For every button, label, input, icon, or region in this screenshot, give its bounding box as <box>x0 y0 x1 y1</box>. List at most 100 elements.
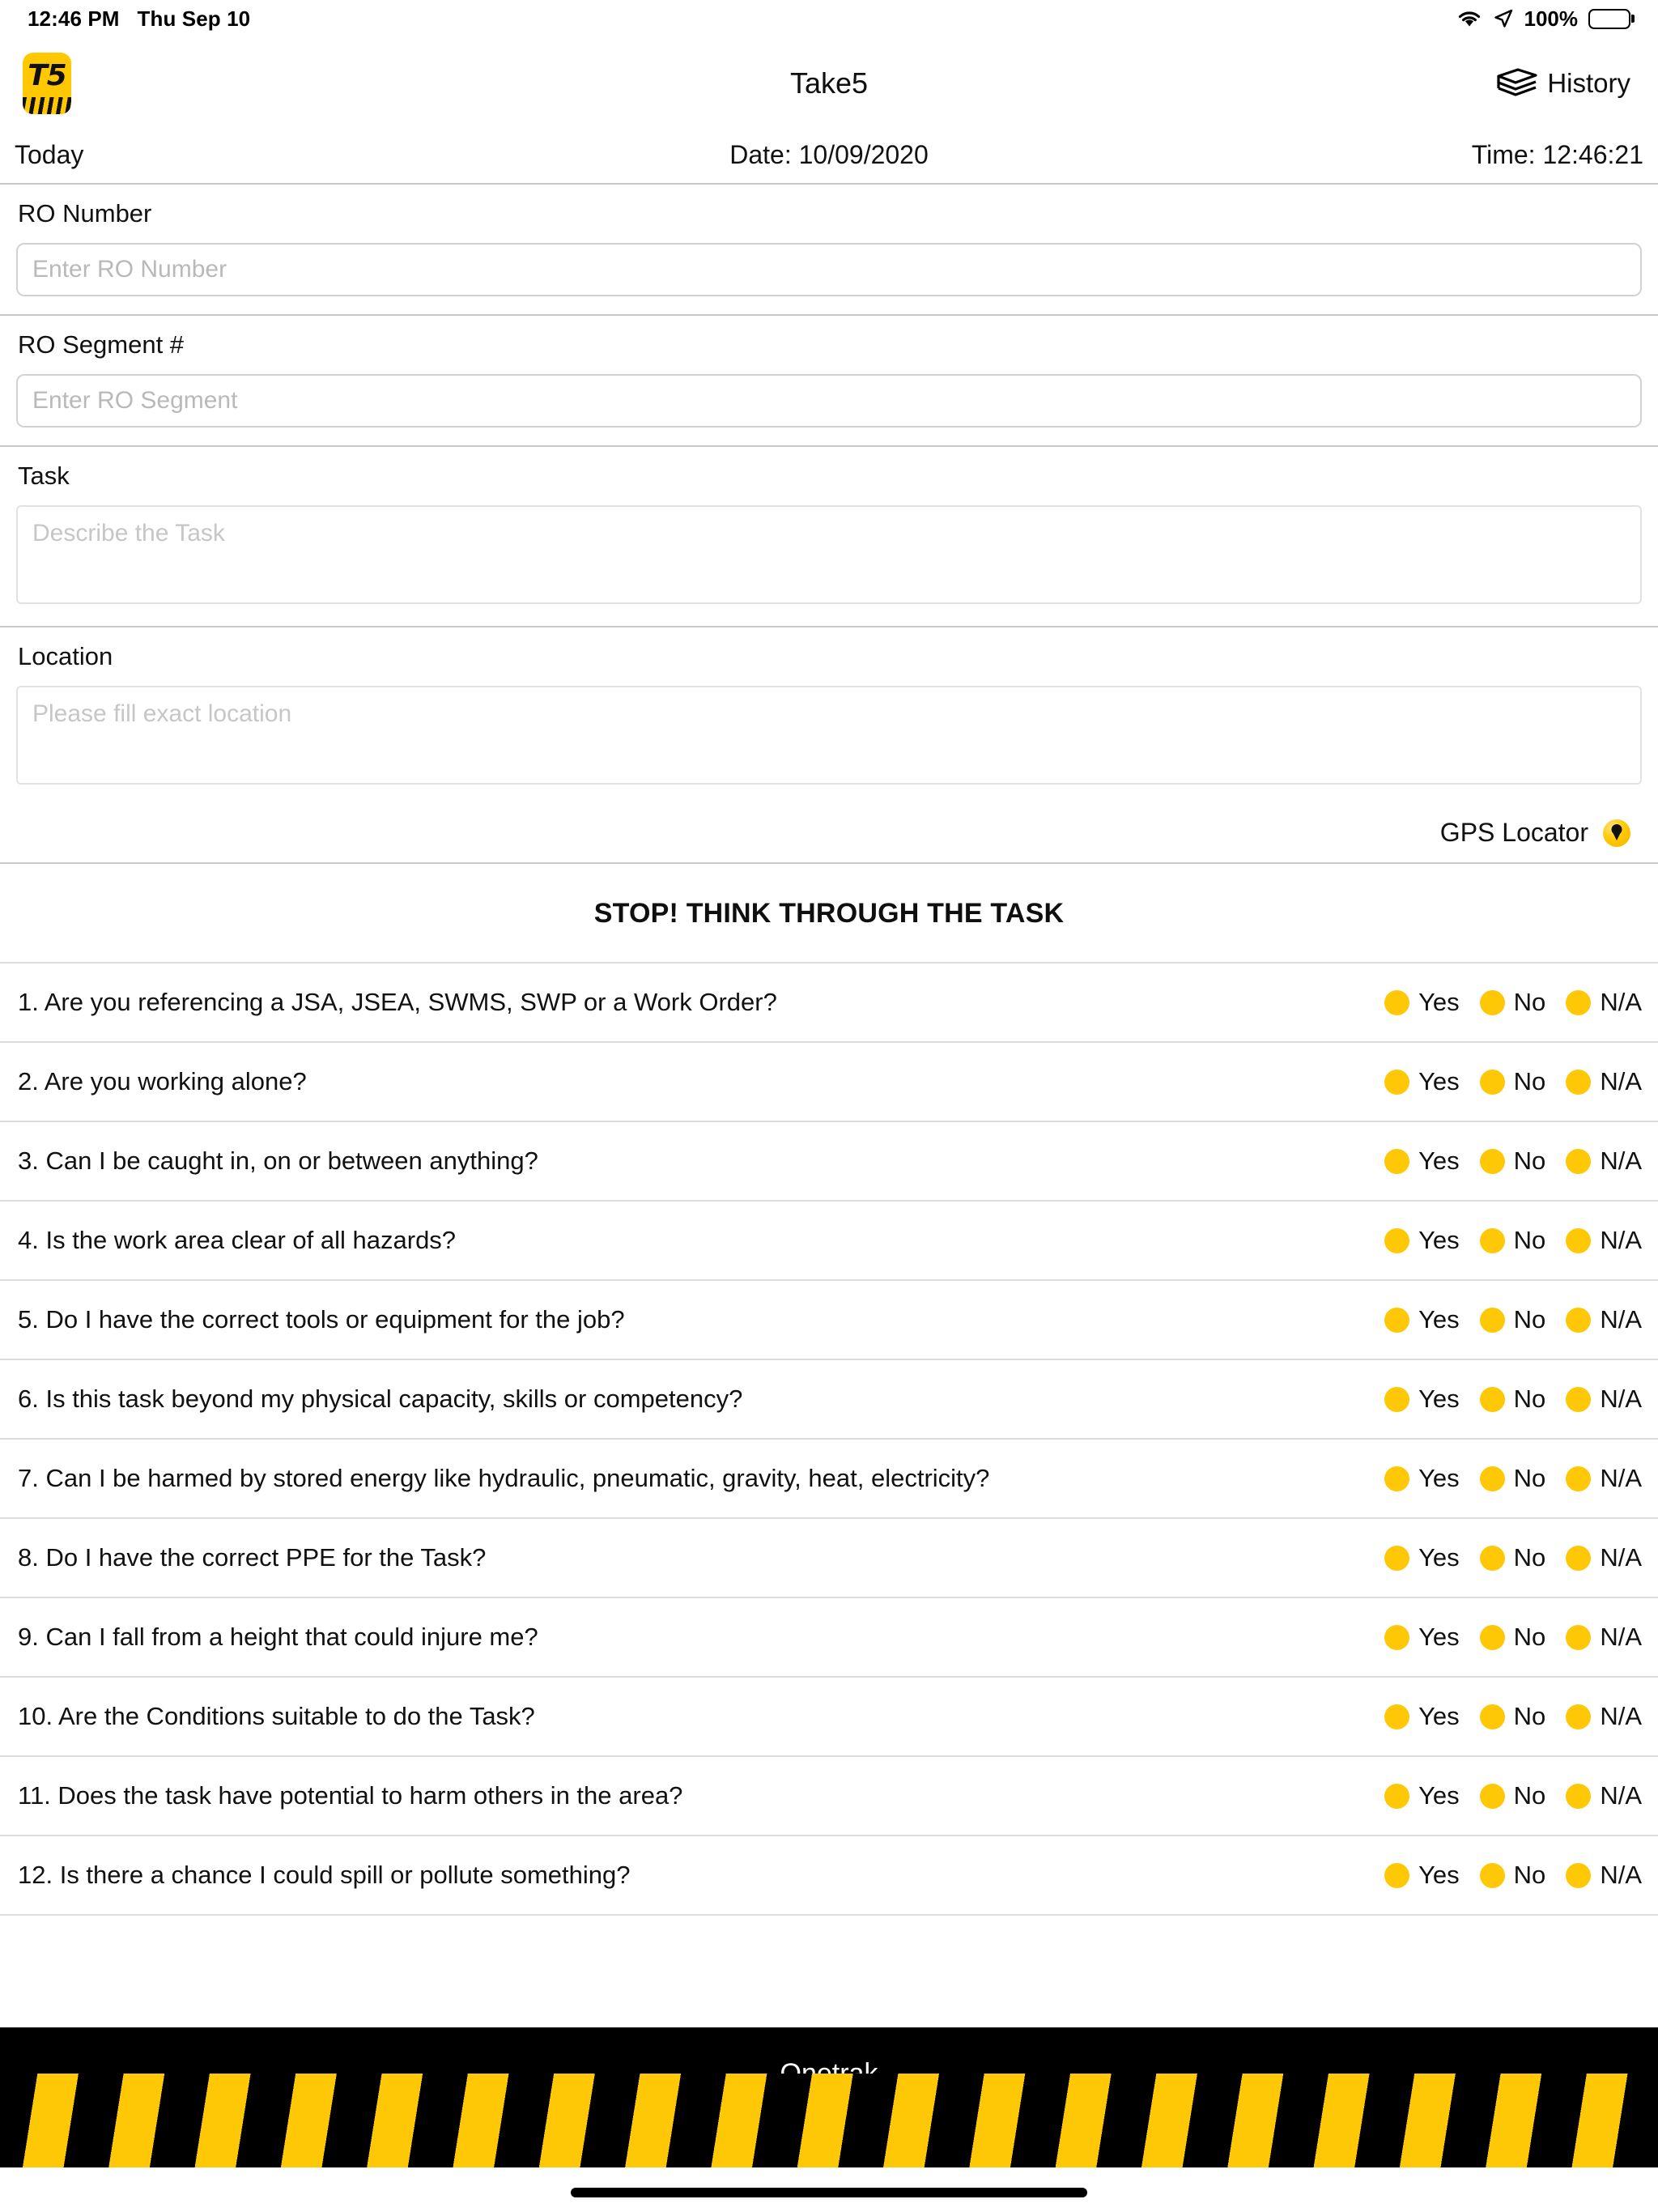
radio-button-icon[interactable] <box>1480 1228 1505 1253</box>
checklist-option-n-a[interactable]: N/A <box>1566 1623 1642 1652</box>
checklist-option-n-a[interactable]: N/A <box>1566 1146 1642 1176</box>
radio-button-icon[interactable] <box>1566 1070 1591 1095</box>
checklist-option-yes[interactable]: Yes <box>1384 1702 1460 1731</box>
radio-button-icon[interactable] <box>1480 1704 1505 1729</box>
checklist-option-yes[interactable]: Yes <box>1384 1067 1460 1096</box>
checklist-option-n-a[interactable]: N/A <box>1566 988 1642 1017</box>
checklist-option-n-a[interactable]: N/A <box>1566 1543 1642 1572</box>
checklist-option-label: Yes <box>1418 1305 1460 1334</box>
checklist-option-label: No <box>1514 1226 1546 1255</box>
checklist-option-no[interactable]: No <box>1480 1385 1546 1414</box>
radio-button-icon[interactable] <box>1566 1228 1591 1253</box>
checklist-option-label: N/A <box>1600 1226 1642 1255</box>
radio-button-icon[interactable] <box>1566 1625 1591 1650</box>
checklist-option-yes[interactable]: Yes <box>1384 1385 1460 1414</box>
checklist-option-yes[interactable]: Yes <box>1384 1543 1460 1572</box>
radio-button-icon[interactable] <box>1566 1466 1591 1491</box>
radio-button-icon[interactable] <box>1566 1308 1591 1333</box>
checklist-option-n-a[interactable]: N/A <box>1566 1305 1642 1334</box>
checklist-option-n-a[interactable]: N/A <box>1566 1226 1642 1255</box>
radio-button-icon[interactable] <box>1566 1387 1591 1412</box>
radio-button-icon[interactable] <box>1566 1784 1591 1809</box>
radio-button-icon[interactable] <box>1384 1625 1409 1650</box>
status-bar-time: 12:46 PM <box>28 6 120 32</box>
checklist-option-yes[interactable]: Yes <box>1384 1305 1460 1334</box>
t5-app-logo[interactable]: T5 <box>23 53 71 114</box>
radio-button-icon[interactable] <box>1566 1863 1591 1888</box>
task-textarea[interactable] <box>16 505 1642 604</box>
checklist-option-no[interactable]: No <box>1480 1146 1546 1176</box>
checklist-option-n-a[interactable]: N/A <box>1566 1464 1642 1493</box>
ro-number-input[interactable] <box>16 243 1642 296</box>
checklist-option-n-a[interactable]: N/A <box>1566 1702 1642 1731</box>
radio-button-icon[interactable] <box>1384 1387 1409 1412</box>
checklist-option-yes[interactable]: Yes <box>1384 1781 1460 1810</box>
radio-button-icon[interactable] <box>1480 1625 1505 1650</box>
radio-button-icon[interactable] <box>1480 1784 1505 1809</box>
radio-button-icon[interactable] <box>1480 1308 1505 1333</box>
radio-button-icon[interactable] <box>1384 1466 1409 1491</box>
checklist-option-no[interactable]: No <box>1480 1623 1546 1652</box>
checklist-option-label: Yes <box>1418 1543 1460 1572</box>
checklist-option-no[interactable]: No <box>1480 1226 1546 1255</box>
checklist-option-yes[interactable]: Yes <box>1384 1464 1460 1493</box>
checklist-options: Yes No N/A <box>1384 1226 1642 1255</box>
home-indicator[interactable] <box>571 2188 1087 2197</box>
checklist-option-label: Yes <box>1418 1146 1460 1176</box>
checklist-option-no[interactable]: No <box>1480 1464 1546 1493</box>
radio-button-icon[interactable] <box>1480 1070 1505 1095</box>
radio-button-icon[interactable] <box>1384 1149 1409 1174</box>
checklist-option-no[interactable]: No <box>1480 988 1546 1017</box>
gps-locator-label: GPS Locator <box>1440 818 1588 848</box>
checklist-option-yes[interactable]: Yes <box>1384 988 1460 1017</box>
radio-button-icon[interactable] <box>1384 1863 1409 1888</box>
checklist-option-no[interactable]: No <box>1480 1067 1546 1096</box>
checklist-row: 12. Is there a chance I could spill or p… <box>0 1835 1658 1914</box>
history-button[interactable]: History <box>1494 66 1630 101</box>
checklist-option-yes[interactable]: Yes <box>1384 1861 1460 1890</box>
checklist-options: Yes No N/A <box>1384 988 1642 1017</box>
checklist-option-no[interactable]: No <box>1480 1305 1546 1334</box>
checklist-heading: STOP! THINK THROUGH THE TASK <box>0 864 1658 962</box>
radio-button-icon[interactable] <box>1480 1149 1505 1174</box>
checklist-option-n-a[interactable]: N/A <box>1566 1861 1642 1890</box>
checklist-option-n-a[interactable]: N/A <box>1566 1385 1642 1414</box>
radio-button-icon[interactable] <box>1566 990 1591 1015</box>
gps-locator-button[interactable]: GPS Locator <box>0 806 1658 862</box>
checklist-row: 3. Can I be caught in, on or between any… <box>0 1121 1658 1200</box>
radio-button-icon[interactable] <box>1384 1546 1409 1571</box>
checklist-option-label: Yes <box>1418 1464 1460 1493</box>
radio-button-icon[interactable] <box>1480 1546 1505 1571</box>
radio-button-icon[interactable] <box>1384 1228 1409 1253</box>
checklist-option-no[interactable]: No <box>1480 1543 1546 1572</box>
checklist-option-no[interactable]: No <box>1480 1861 1546 1890</box>
radio-button-icon[interactable] <box>1480 1466 1505 1491</box>
checklist-options: Yes No N/A <box>1384 1385 1642 1414</box>
radio-button-icon[interactable] <box>1566 1546 1591 1571</box>
checklist-option-no[interactable]: No <box>1480 1781 1546 1810</box>
radio-button-icon[interactable] <box>1384 990 1409 1015</box>
checklist-question-text: 6. Is this task beyond my physical capac… <box>18 1385 1384 1414</box>
location-textarea[interactable] <box>16 686 1642 785</box>
radio-button-icon[interactable] <box>1566 1704 1591 1729</box>
checklist-question-text: 10. Are the Conditions suitable to do th… <box>18 1702 1384 1731</box>
ro-segment-input[interactable] <box>16 374 1642 428</box>
checklist-question-text: 8. Do I have the correct PPE for the Tas… <box>18 1543 1384 1572</box>
radio-button-icon[interactable] <box>1384 1704 1409 1729</box>
radio-button-icon[interactable] <box>1384 1784 1409 1809</box>
app-logo-container[interactable]: T5 <box>23 53 71 114</box>
radio-button-icon[interactable] <box>1384 1070 1409 1095</box>
radio-button-icon[interactable] <box>1480 990 1505 1015</box>
checklist-option-n-a[interactable]: N/A <box>1566 1067 1642 1096</box>
ro-number-label: RO Number <box>18 199 1642 228</box>
checklist-option-label: Yes <box>1418 1861 1460 1890</box>
checklist-option-no[interactable]: No <box>1480 1702 1546 1731</box>
checklist-option-yes[interactable]: Yes <box>1384 1226 1460 1255</box>
checklist-option-yes[interactable]: Yes <box>1384 1623 1460 1652</box>
checklist-option-yes[interactable]: Yes <box>1384 1146 1460 1176</box>
radio-button-icon[interactable] <box>1384 1308 1409 1333</box>
radio-button-icon[interactable] <box>1480 1863 1505 1888</box>
radio-button-icon[interactable] <box>1566 1149 1591 1174</box>
radio-button-icon[interactable] <box>1480 1387 1505 1412</box>
checklist-option-n-a[interactable]: N/A <box>1566 1781 1642 1810</box>
